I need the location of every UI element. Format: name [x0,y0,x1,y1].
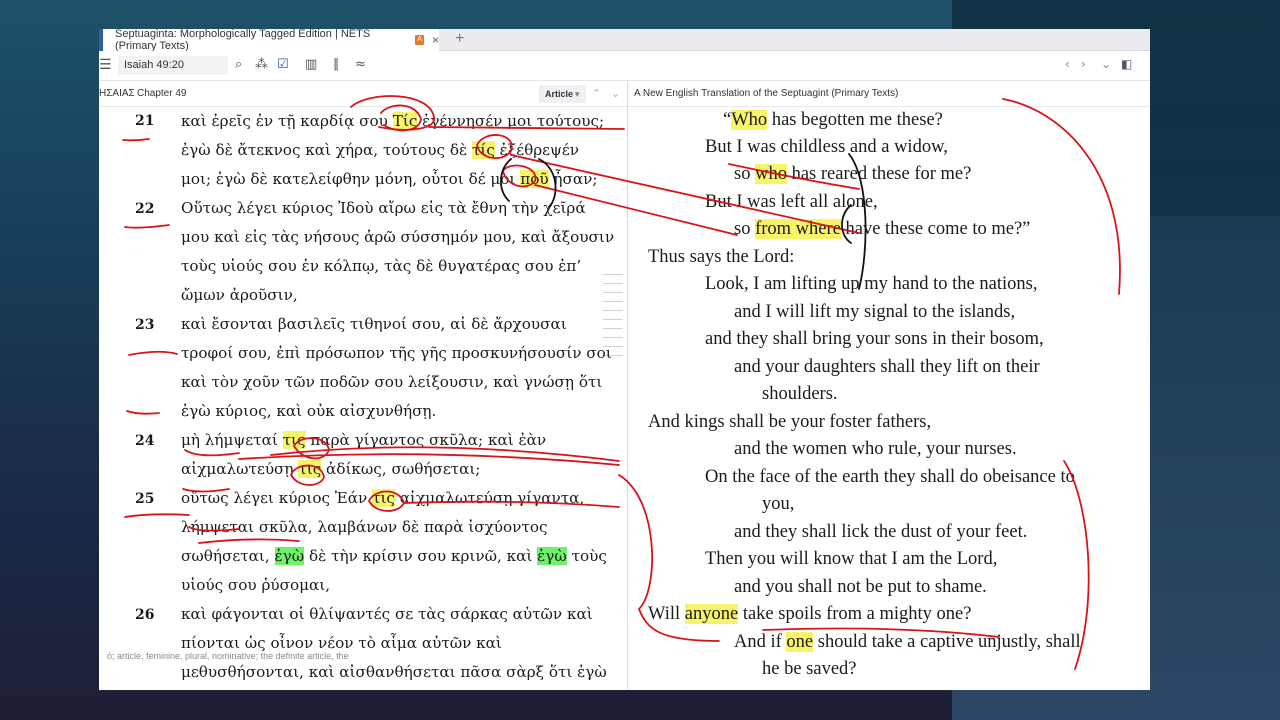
verse-number[interactable]: 26 [135,607,154,623]
english-line: And kings shall be your foster fathers, [648,412,932,432]
chevron-down-icon: ▾ [575,89,580,99]
greek-line: οὕτως λέγει κύριος Ἐάν τις αἰχμαλωτεύσῃ … [181,489,585,507]
back-icon[interactable]: ‹ [1065,57,1070,71]
new-tab-button[interactable]: + [455,30,464,48]
english-line: and you shall not be put to shame. [734,577,987,597]
greek-line: υἱούς σου ῥύσομαι, [181,576,331,594]
greek-line: αἰχμαλωτεύσῃ τις ἀδίκως, σωθήσεται; [181,460,481,478]
greek-line: μεθυσθήσονται, καὶ αἰσθανθήσεται πᾶσα σὰ… [181,663,607,681]
verse-number[interactable]: 23 [135,317,154,333]
verse-number[interactable]: 21 [135,113,154,129]
hamburger-icon[interactable]: ☰ [99,57,112,73]
english-line: so from where have these come to me?” [734,219,1031,239]
english-line: But I was childless and a widow, [705,137,948,157]
english-line: Will anyone take spoils from a mighty on… [648,604,972,624]
english-line: and I will lift my signal to the islands… [734,302,1016,322]
greek-line: πίονται ὡς οἶνον νέον τὸ αἷμα αὐτῶν καὶ [181,634,502,652]
verse-number[interactable]: 25 [135,491,154,507]
lock-icon: A [415,35,424,45]
breadcrumb-chapter[interactable]: Chapter 49 [137,81,186,107]
forward-icon[interactable]: › [1081,57,1086,71]
check-icon[interactable]: ☑ [277,57,289,72]
english-line: Look, I am lifting up my hand to the nat… [705,274,1038,294]
verse-number[interactable]: 22 [135,201,154,217]
english-line: But I was left all alone, [705,192,878,212]
breadcrumb-book[interactable]: ΗΣΑΙΑΣ [99,81,135,107]
english-line: And if one should take a captive unjustl… [734,632,1081,652]
greek-line: τοὺς υἱούς σου ἐν κόλπῳ, τὰς δὲ θυγατέρα… [181,257,582,275]
greek-line: καὶ φάγονται οἱ θλίψαντές σε τὰς σάρκας … [181,605,593,623]
left-pane-header: ΗΣΑΙΑΣ Chapter 49 Article ▾ ⌃ ⌄ [99,81,627,107]
right-pane-header: A New English Translation of the Septuag… [628,81,1150,107]
english-text-pane: “Who has begotten me these? But I was ch… [628,107,1150,690]
greek-line: μὴ λήμψεταί τις παρὰ γίγαντος σκῦλα; καὶ… [181,431,547,449]
app-window: Septuaginta: Morphologically Tagged Edit… [99,29,1150,690]
english-line: he be saved? [762,659,857,679]
english-line: Then you will know that I am the Lord, [705,549,998,569]
visual-filter-icon[interactable]: ⁂ [255,57,268,72]
greek-line: Οὕτως λέγει κύριος Ἰδοὺ αἴρω εἰς τὰ ἔθνη… [181,199,586,217]
hover-morphology-tooltip: ὁ; article, feminine, plural, nominative… [107,651,349,661]
chevron-down-icon[interactable]: ⌄ [1101,57,1111,71]
close-icon[interactable]: × [432,33,439,47]
english-line: and they shall lick the dust of your fee… [734,522,1028,542]
greek-line: σωθήσεται, ἐγὼ δὲ τὴν κρίσιν σου κρινῶ, … [181,547,607,565]
english-line: so who has reared these for me? [734,164,972,184]
english-line: and they shall bring your sons in their … [705,329,1044,349]
greek-line: καὶ ἔσονται βασιλεῖς τιθηνοί σου, αἱ δὲ … [181,315,567,333]
english-line: and your daughters shall they lift on th… [734,357,1040,377]
greek-line: μοι; ἐγὼ δὲ κατελείφθην μόνη, οὗτοι δέ μ… [181,170,598,188]
greek-text-pane: 21 καὶ ἐρεῖς ἐν τῇ καρδίᾳ σου Τίς ἐγέννη… [99,107,627,690]
greek-line: μου καὶ εἰς τὰς νήσους ἀρῶ σύσσημόν μου,… [181,228,615,246]
english-line: shoulders. [762,384,838,404]
greek-line: καὶ τὸν χοῦν τῶν ποδῶν σου λείξουσιν, κα… [181,373,603,391]
verse-number[interactable]: 24 [135,433,154,449]
parallel-icon[interactable]: ∥ [333,57,340,72]
english-line: On the face of the earth they shall do o… [705,467,1075,487]
greek-line: ἐγὼ δὲ ἄτεκνος καὶ χήρα, τούτους δὲ τίς … [181,141,580,159]
link-icon[interactable]: ≈ [355,57,366,72]
scroll-up-icon[interactable]: ⌃ [592,81,601,107]
greek-line: λήμψεται σκῦλα, λαμβάνων δὲ παρὰ ἰσχύοντ… [181,518,548,536]
panel-icon[interactable]: ◧ [1121,57,1132,71]
greek-line: ὤμων ἀροῦσιν, [181,286,298,304]
right-pane-title: A New English Translation of the Septuag… [634,88,899,99]
tab-title: Septuaginta: Morphologically Tagged Edit… [115,29,371,52]
tab-septuaginta[interactable]: Septuaginta: Morphologically Tagged Edit… [99,29,439,52]
toolbar: ☰ Isaiah 49:20 ⌕ ⁂ ☑ ▥ ∥ ≈ ‹ › ⌄ ◧ [99,51,1150,81]
greek-line: ἐγὼ κύριος, καὶ οὐκ αἰσχυνθήσῃ. [181,402,437,420]
article-button-label: Article [545,89,574,99]
english-line: “Who has begotten me these? [723,110,943,130]
columns-icon[interactable]: ▥ [305,57,317,72]
greek-line: καὶ ἐρεῖς ἐν τῇ καρδίᾳ σου Τίς ἐγέννησέν… [181,112,605,130]
search-icon[interactable]: ⌕ [235,57,242,72]
english-line: and the women who rule, your nurses. [734,439,1017,459]
tab-bar: Septuaginta: Morphologically Tagged Edit… [99,29,1150,52]
article-button[interactable]: Article ▾ [539,85,586,103]
english-line: Thus says the Lord: [648,247,795,267]
greek-line: τροφοί σου, ἐπὶ πρόσωπον τῆς γῆς προσκυν… [181,344,612,362]
scroll-down-icon[interactable]: ⌄ [611,81,620,107]
reference-input[interactable]: Isaiah 49:20 [118,56,228,75]
english-line: you, [762,494,795,514]
